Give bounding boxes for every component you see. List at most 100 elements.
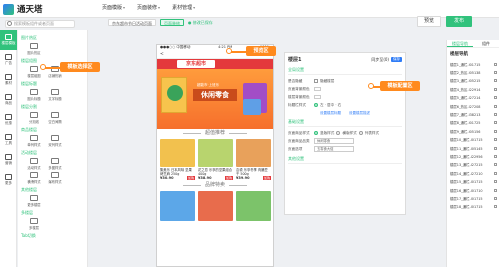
module-section-title[interactable]: 商品楼层 xyxy=(21,127,84,133)
add-to-cart-button[interactable]: 加购 xyxy=(262,176,271,180)
floor-nav-item[interactable]: 楼层16_通栏-I01710 xyxy=(447,186,499,194)
set-title-link[interactable]: 设置楼层标题 xyxy=(320,111,341,116)
mode-select[interactable]: 页面装修 xyxy=(160,19,184,26)
product-card[interactable]: 花之恋 乐享的坚果组合 400g ¥38.90 加购 xyxy=(198,139,233,180)
hide-floor-checkbox[interactable] xyxy=(314,79,318,83)
floor-nav-item[interactable]: 楼层14_通栏-I27210 xyxy=(447,169,499,177)
rail-item-0[interactable]: 楼层模板 xyxy=(0,30,17,50)
floor-nav-item[interactable]: 楼层2_热区-I05138 xyxy=(447,68,499,76)
floor-nav-checkbox[interactable] xyxy=(494,62,497,66)
page-select[interactable]: 京东超市节日活动页面 xyxy=(108,19,156,26)
module-item[interactable]: 活动样式 xyxy=(25,158,43,170)
floor-nav-checkbox[interactable] xyxy=(494,113,497,117)
floor-nav-checkbox[interactable] xyxy=(494,205,497,209)
rail-item-5[interactable]: 工具 xyxy=(0,130,17,150)
product-category-input[interactable]: 休闲零食 xyxy=(314,138,354,144)
module-section-title[interactable]: 楼层分割 xyxy=(21,104,84,110)
title-style-radio[interactable] xyxy=(314,103,318,107)
module-item[interactable]: 瀑布样式 xyxy=(46,172,64,184)
module-section-title[interactable]: Tab切换 xyxy=(21,233,84,239)
style-radio-vertical[interactable] xyxy=(314,131,318,135)
floor-nav-checkbox[interactable] xyxy=(494,171,497,175)
product-card[interactable]: 嘉顿 乐享冬季 肉脯豆干 500g ¥39.90 加购 xyxy=(236,139,271,180)
floor-nav-checkbox[interactable] xyxy=(494,154,497,158)
page-bg-color-picker[interactable] xyxy=(314,87,321,91)
floor-nav-checkbox[interactable] xyxy=(494,188,497,192)
rail-item-2[interactable]: 素材 xyxy=(0,70,17,90)
sync-select[interactable]: 同步至(0) xyxy=(371,57,389,63)
floor-nav-item[interactable]: 楼层1_通栏-I01715 xyxy=(447,60,499,68)
floor-nav-item[interactable]: 楼层4_热区-I22914 xyxy=(447,85,499,93)
rail-item-7[interactable]: 更多 xyxy=(0,170,17,190)
floor-nav-checkbox[interactable] xyxy=(494,163,497,167)
floor-nav-item[interactable]: 楼层6_热区-I27208 xyxy=(447,102,499,110)
back-icon[interactable]: < xyxy=(160,52,164,57)
floor-nav-item[interactable]: 楼层10_通栏-I01715 xyxy=(447,136,499,144)
mall-banner[interactable]: 京东超市 xyxy=(157,59,273,69)
product-card[interactable] xyxy=(160,191,195,221)
module-section-title[interactable]: 楼层标题 xyxy=(21,81,84,87)
floor-nav-checkbox[interactable] xyxy=(494,138,497,142)
floor-nav-item[interactable]: 楼层12_通栏-I22956 xyxy=(447,152,499,160)
module-section-title[interactable]: 活动楼层 xyxy=(21,150,84,156)
publish-button[interactable]: 发布 xyxy=(446,16,472,27)
add-to-cart-button[interactable]: 加购 xyxy=(224,176,233,180)
module-item[interactable]: 文字标题 xyxy=(46,89,64,101)
nav-item-templates[interactable]: 页面模版 xyxy=(102,4,125,11)
logo[interactable]: 通天塔 xyxy=(3,3,43,15)
module-item[interactable]: 图片热区 xyxy=(25,43,43,55)
add-to-cart-button[interactable]: 加购 xyxy=(186,176,195,180)
floor-nav-checkbox[interactable] xyxy=(494,180,497,184)
style-radio-horizontal[interactable] xyxy=(336,131,341,135)
rail-item-4[interactable]: 优惠 xyxy=(0,110,17,130)
module-item[interactable]: 空白间隔 xyxy=(46,112,64,124)
module-item[interactable]: 多图样式 xyxy=(46,158,64,170)
nav-item-assets[interactable]: 素材管理 xyxy=(172,4,195,11)
floor-nav-checkbox[interactable] xyxy=(494,96,497,100)
floor-nav-checkbox[interactable] xyxy=(494,146,497,150)
module-item[interactable]: 多楼层 xyxy=(25,218,43,230)
product-card[interactable] xyxy=(236,191,271,221)
style-radio-list[interactable] xyxy=(358,131,363,135)
module-item[interactable]: 更多楼层 xyxy=(25,195,43,207)
floor-nav-item[interactable]: 楼层5_通栏-I27214 xyxy=(447,94,499,102)
floor-nav-checkbox[interactable] xyxy=(494,71,497,75)
page-option-input[interactable]: 五零食大促 xyxy=(314,146,354,152)
floor-nav-item[interactable]: 楼层17_通栏-I01715 xyxy=(447,194,499,202)
search-input[interactable]: 搜索模板组件或者页面 xyxy=(5,20,75,28)
floor-nav-item[interactable]: 楼层18_通栏-I01715 xyxy=(447,203,499,211)
module-section-title[interactable]: 多楼层 xyxy=(21,210,84,216)
set-desc-link[interactable]: 设置楼层描述 xyxy=(349,111,370,116)
module-section-title[interactable]: 图片热区 xyxy=(21,35,84,41)
floor-nav-item[interactable]: 楼层3_通栏-I05215 xyxy=(447,77,499,85)
floor-nav-checkbox[interactable] xyxy=(494,104,497,108)
module-item[interactable]: 分割线 xyxy=(25,112,43,124)
module-section-title[interactable]: 其他楼层 xyxy=(21,187,84,193)
nav-item-decorate[interactable]: 页面装修 xyxy=(137,4,160,11)
product-card[interactable]: 集美乐 日本风味 坚果烤芝麻 250g ¥30.90 加购 xyxy=(160,139,195,180)
module-item[interactable]: 双列样式 xyxy=(46,135,64,147)
rail-item-3[interactable]: 商品 xyxy=(0,90,17,110)
rail-item-6[interactable]: 营销 xyxy=(0,150,17,170)
save-config-button[interactable]: 保存 xyxy=(391,57,402,62)
preview-button[interactable]: 预览 xyxy=(417,16,441,27)
floor-nav-checkbox[interactable] xyxy=(494,196,497,200)
floor-nav-item[interactable]: 楼层7_通栏-I38213 xyxy=(447,110,499,118)
floor-bg-color-picker[interactable] xyxy=(314,95,321,99)
floor-nav-item[interactable]: 楼层8_通栏-I01725 xyxy=(447,119,499,127)
tab-components[interactable]: 组件 xyxy=(473,40,499,47)
floor-nav-item[interactable]: 楼层11_通栏-I05145 xyxy=(447,144,499,152)
floor-nav-checkbox[interactable] xyxy=(494,87,497,91)
product-card[interactable] xyxy=(198,191,233,221)
rail-item-1[interactable]: 广告 xyxy=(0,50,17,70)
module-item[interactable]: 横滑样式 xyxy=(25,172,43,184)
tab-floor-nav[interactable]: 楼层导航 xyxy=(447,40,473,47)
floor-nav-item[interactable]: 楼层9_通栏-I05156 xyxy=(447,127,499,135)
floor-nav-item[interactable]: 楼层15_通栏-I01715 xyxy=(447,177,499,185)
module-item[interactable]: 图片标题 xyxy=(25,89,43,101)
module-item[interactable]: 单列样式 xyxy=(25,135,43,147)
floor-nav-checkbox[interactable] xyxy=(494,129,497,133)
floor-nav-item[interactable]: 楼层13_通栏-I27215 xyxy=(447,161,499,169)
floor-nav-checkbox[interactable] xyxy=(494,79,497,83)
floor-nav-checkbox[interactable] xyxy=(494,121,497,125)
